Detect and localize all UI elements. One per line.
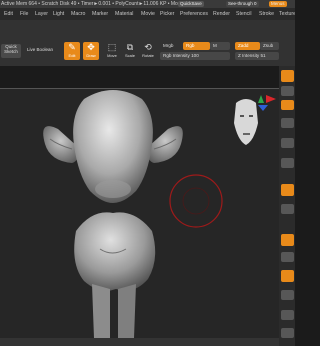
gizmo-icon[interactable] xyxy=(258,95,276,111)
edit-icon: ✎ xyxy=(68,42,76,52)
zadd-button[interactable]: Zadd xyxy=(235,42,260,50)
scale-icon: ⧉ xyxy=(126,42,134,52)
menu-material[interactable]: Material xyxy=(115,8,133,20)
menus-button[interactable]: Menus xyxy=(269,1,287,7)
rotate-label: Rotate xyxy=(142,53,154,58)
brush-cursor-icon xyxy=(169,174,223,228)
rgb-intensity-slider[interactable]: Rgb Intensity 100 xyxy=(160,52,230,60)
sculpt-body xyxy=(74,212,156,338)
menu-edit[interactable]: Edit xyxy=(4,8,13,20)
shelf-button-8[interactable] xyxy=(281,204,294,214)
shelf-button-10[interactable] xyxy=(281,252,294,262)
menu-stencil[interactable]: Stencil xyxy=(236,8,252,20)
menu-macro[interactable]: Macro xyxy=(71,8,85,20)
live-boolean-button[interactable]: Live Boolean xyxy=(24,47,56,55)
bottom-bar xyxy=(0,338,279,346)
shelf-button-12[interactable] xyxy=(281,290,294,300)
shelf-button-5[interactable] xyxy=(281,138,294,148)
menu-texture[interactable]: Texture xyxy=(279,8,295,20)
rotate-button[interactable]: ⟲ Rotate xyxy=(140,42,156,60)
status-text: Active Mem 664 • Scratch Disk 49 • Timer… xyxy=(1,1,178,7)
m-button[interactable]: M xyxy=(210,42,230,50)
shelf-button-11[interactable] xyxy=(281,270,294,282)
right-shelf xyxy=(279,66,295,346)
move-label: Move xyxy=(107,53,117,58)
menu-light[interactable]: Light xyxy=(53,8,64,20)
live-boolean-label: Live Boolean xyxy=(26,47,54,52)
menu-layer[interactable]: Layer xyxy=(35,8,48,20)
move-icon: ⬚ xyxy=(107,42,117,52)
menu-render[interactable]: Render xyxy=(213,8,230,20)
scale-label: Scale xyxy=(124,53,135,58)
menu-bar: Edit File Layer Light Macro Marker Mater… xyxy=(0,8,295,20)
sculpt-head xyxy=(43,90,183,203)
menu-file[interactable]: File xyxy=(20,8,28,20)
sculpt-scene xyxy=(43,90,276,338)
shelf-button-2[interactable] xyxy=(281,86,294,96)
shelf-button-6[interactable] xyxy=(281,158,294,168)
shelf-button-4[interactable] xyxy=(281,118,294,128)
draw-icon: ✥ xyxy=(87,42,95,52)
shelf-button-14[interactable] xyxy=(281,328,294,338)
shelf-button-7[interactable] xyxy=(281,184,294,196)
shelf-button-1[interactable] xyxy=(281,70,294,82)
draw-label: Draw xyxy=(86,53,96,58)
edit-button[interactable]: ✎ Edit xyxy=(64,42,80,60)
head-preview-icon[interactable] xyxy=(234,99,258,145)
quicksave-button[interactable]: QuickSave xyxy=(178,1,204,7)
edit-label: Edit xyxy=(68,53,76,58)
shelf-button-9[interactable] xyxy=(281,234,294,246)
see-through-slider[interactable]: See-through 0 xyxy=(226,1,259,7)
draw-button[interactable]: ✥ Draw xyxy=(83,42,99,60)
z-intensity-slider[interactable]: Z Intensity 51 xyxy=(235,52,279,60)
shelf-button-13[interactable] xyxy=(281,310,294,320)
rgb-button[interactable]: Rgb xyxy=(183,42,210,50)
mrgb-button[interactable]: Mrgb xyxy=(160,42,182,50)
zsub-button[interactable]: Zsub xyxy=(260,42,279,50)
menu-preferences[interactable]: Preferences xyxy=(180,8,208,20)
status-bar: Active Mem 664 • Scratch Disk 49 • Timer… xyxy=(0,0,295,8)
quick-sketch-label: Quick Sketch xyxy=(4,44,18,54)
scale-button[interactable]: ⧉ Scale xyxy=(122,42,138,60)
canvas-viewport[interactable] xyxy=(0,89,279,338)
menu-picker[interactable]: Picker xyxy=(160,8,174,20)
shelf-button-3[interactable] xyxy=(281,100,294,110)
move-button[interactable]: ⬚ Move xyxy=(104,42,120,60)
rotate-icon: ⟲ xyxy=(144,42,152,52)
menu-marker[interactable]: Marker xyxy=(92,8,108,20)
quick-sketch-button[interactable]: Quick Sketch xyxy=(1,44,21,58)
menu-stroke[interactable]: Stroke xyxy=(259,8,274,20)
menu-movie[interactable]: Movie xyxy=(141,8,155,20)
